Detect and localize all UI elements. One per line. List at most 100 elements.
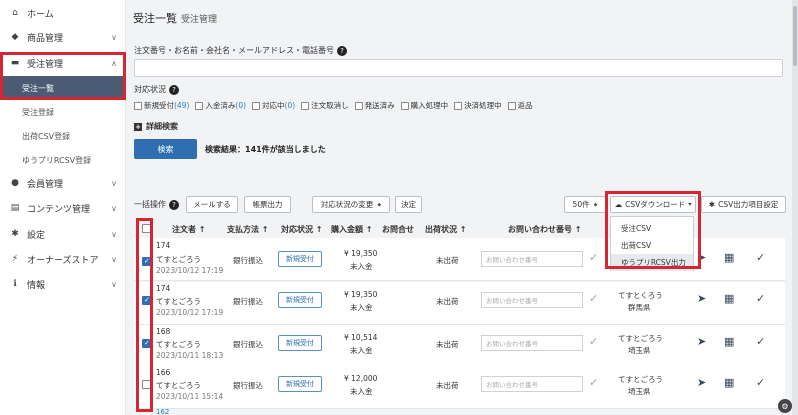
checkbox-label: 注文取消し: [311, 101, 349, 110]
row-checkbox[interactable]: [142, 339, 151, 348]
checkbox-box[interactable]: [134, 101, 142, 110]
check-icon[interactable]: ✓: [589, 251, 598, 264]
customer-name-link[interactable]: てすとごろう: [156, 296, 201, 307]
check-icon[interactable]: ✓: [589, 335, 598, 348]
confirm-button[interactable]: 決定: [395, 196, 422, 213]
status-checkbox-payment-processing[interactable]: 決済処理中: [454, 100, 502, 111]
sidebar-item-members[interactable]: ● 会員管理 ∨: [0, 170, 126, 196]
sidebar-subitem-shipping-csv[interactable]: 出荷CSV登録: [0, 124, 126, 148]
sidebar-item-orders[interactable]: ▬ 受注管理 ∧: [0, 50, 126, 76]
table-icon[interactable]: ▦: [724, 376, 734, 389]
detail-search-toggle[interactable]: + 詳細検索: [134, 121, 178, 132]
payment-status: 未入金: [350, 262, 373, 271]
order-id-link[interactable]: 174: [156, 284, 170, 293]
status-checkbox-paid[interactable]: 入金済み (0): [195, 100, 246, 111]
checkbox-box[interactable]: [454, 101, 463, 110]
column-header-shipping[interactable]: 出荷状況 ↑: [425, 224, 467, 235]
inquiry-number-input[interactable]: お問い合わせ番号: [481, 292, 583, 308]
status-checkbox-cancelled[interactable]: 注文取消し: [301, 100, 349, 111]
table-icon[interactable]: ▦: [724, 251, 734, 264]
menu-item-order-csv[interactable]: 受注CSV: [611, 220, 693, 237]
checkbox-box[interactable]: [252, 101, 261, 110]
status-change-select[interactable]: 対応状況の変更: [312, 196, 390, 213]
status-checkbox-shipped[interactable]: 発送済み: [354, 100, 395, 111]
help-icon[interactable]: ?: [169, 84, 179, 95]
sidebar-item-settings[interactable]: ✱ 設定 ∨: [0, 221, 126, 247]
status-checkbox-new[interactable]: 新規受付 (49): [134, 100, 189, 111]
table-icon[interactable]: ▦: [724, 292, 734, 305]
checkbox-box[interactable]: [400, 101, 409, 110]
sidebar-subitem-order-list[interactable]: 受注一覧: [0, 76, 126, 100]
order-id-link[interactable]: 168: [156, 327, 170, 336]
help-chat-icon[interactable]: ⚙: [778, 399, 792, 413]
send-icon[interactable]: ➤: [697, 292, 706, 305]
per-page-select[interactable]: 50件: [564, 196, 606, 213]
order-id-link[interactable]: 162: [156, 408, 169, 415]
customer-name-link[interactable]: てすとごろう: [156, 254, 201, 265]
status-checkboxes: 新規受付 (49) 入金済み (0) 対応中 (0) 注文取消し 発送済み 購入処理中…: [134, 100, 533, 111]
customer-name-link[interactable]: てすとごろう: [156, 339, 201, 350]
help-icon[interactable]: ?: [169, 199, 179, 210]
sidebar-item-content[interactable]: ▤ コンテンツ管理 ∨: [0, 195, 126, 221]
check-icon[interactable]: ✓: [589, 292, 598, 305]
column-header-customer[interactable]: 注文者 ↑: [172, 224, 206, 235]
select-all-checkbox[interactable]: [142, 224, 151, 233]
sidebar-item-info[interactable]: ℹ 情報 ∨: [0, 271, 126, 297]
status-button[interactable]: 新規受付: [278, 251, 322, 267]
slip-output-button[interactable]: 帳票出力: [244, 196, 291, 213]
sidebar-subitem-order-register[interactable]: 受注登録: [0, 100, 126, 124]
column-header-amount[interactable]: 購入金額 ↑: [331, 224, 373, 235]
status-button[interactable]: 新規受付: [278, 292, 322, 308]
column-header-status[interactable]: 対応状況 ↑: [281, 224, 323, 235]
customer-name-link[interactable]: てすとごろう: [156, 380, 201, 391]
status-button[interactable]: 新規受付: [278, 376, 322, 392]
check-icon[interactable]: ✓: [756, 376, 765, 389]
row-checkbox[interactable]: [142, 296, 151, 305]
help-icon[interactable]: ?: [337, 45, 347, 56]
table-icon[interactable]: ▦: [724, 335, 734, 348]
search-input[interactable]: [134, 59, 783, 77]
send-icon[interactable]: ➤: [697, 251, 706, 264]
checkbox-box[interactable]: [301, 101, 310, 110]
checkbox-box[interactable]: [507, 101, 516, 110]
csv-settings-label: CSV出力項目設定: [718, 200, 779, 209]
sidebar-item-products[interactable]: ◆ 商品管理 ∨: [0, 24, 126, 50]
order-id-link[interactable]: 174: [156, 241, 170, 250]
csv-download-button[interactable]: ☁ CSVダウンロード ▾: [610, 196, 696, 213]
column-header-payment[interactable]: 支払方法 ↑: [227, 224, 269, 235]
checkbox-box[interactable]: [195, 101, 204, 110]
inquiry-number-input[interactable]: お問い合わせ番号: [481, 251, 583, 267]
check-icon[interactable]: ✓: [756, 292, 765, 305]
mail-button[interactable]: メールする: [186, 196, 238, 213]
order-id-link[interactable]: 166: [156, 368, 170, 377]
check-icon[interactable]: ✓: [756, 251, 765, 264]
status-checkbox-returned[interactable]: 返品: [507, 100, 533, 111]
inquiry-number-input[interactable]: お問い合わせ番号: [481, 376, 583, 392]
search-button[interactable]: 検索: [134, 139, 197, 159]
shipping-status[interactable]: 未出荷: [436, 380, 459, 391]
send-icon[interactable]: ➤: [697, 376, 706, 389]
shipping-status[interactable]: 未出荷: [436, 255, 459, 266]
status-button[interactable]: 新規受付: [278, 335, 322, 351]
sidebar-item-owners-store[interactable]: ⚡ オーナーズストア ∨: [0, 246, 126, 272]
row-checkbox[interactable]: [142, 380, 151, 389]
shipping-status[interactable]: 未出荷: [436, 296, 459, 307]
inquiry-number-input[interactable]: お問い合わせ番号: [481, 335, 583, 351]
sidebar-item-home[interactable]: ⌂ ホーム: [0, 0, 126, 26]
checkbox-box[interactable]: [354, 101, 363, 110]
menu-item-shipping-csv[interactable]: 出荷CSV: [611, 237, 693, 254]
column-header-inquiry-number[interactable]: お問い合わせ番号 ↑: [508, 224, 582, 235]
status-checkbox-purchasing[interactable]: 購入処理中: [400, 100, 448, 111]
check-icon[interactable]: ✓: [589, 376, 598, 389]
sidebar-item-label: 情報: [27, 280, 46, 291]
check-icon[interactable]: ✓: [756, 335, 765, 348]
scrollbar[interactable]: [792, 0, 798, 415]
menu-item-yuupri-csv[interactable]: ゆうプリRCSV出力: [611, 254, 693, 271]
row-checkbox[interactable]: [142, 257, 151, 266]
send-icon[interactable]: ➤: [697, 335, 706, 348]
status-checkbox-in-progress[interactable]: 対応中 (0): [252, 100, 295, 111]
csv-settings-button[interactable]: ✱ CSV出力項目設定: [701, 196, 786, 213]
sidebar-subitem-yuupri-csv[interactable]: ゆうプリRCSV登録: [0, 148, 126, 172]
scroll-thumb[interactable]: [793, 6, 797, 66]
shipping-status[interactable]: 未出荷: [436, 339, 459, 350]
